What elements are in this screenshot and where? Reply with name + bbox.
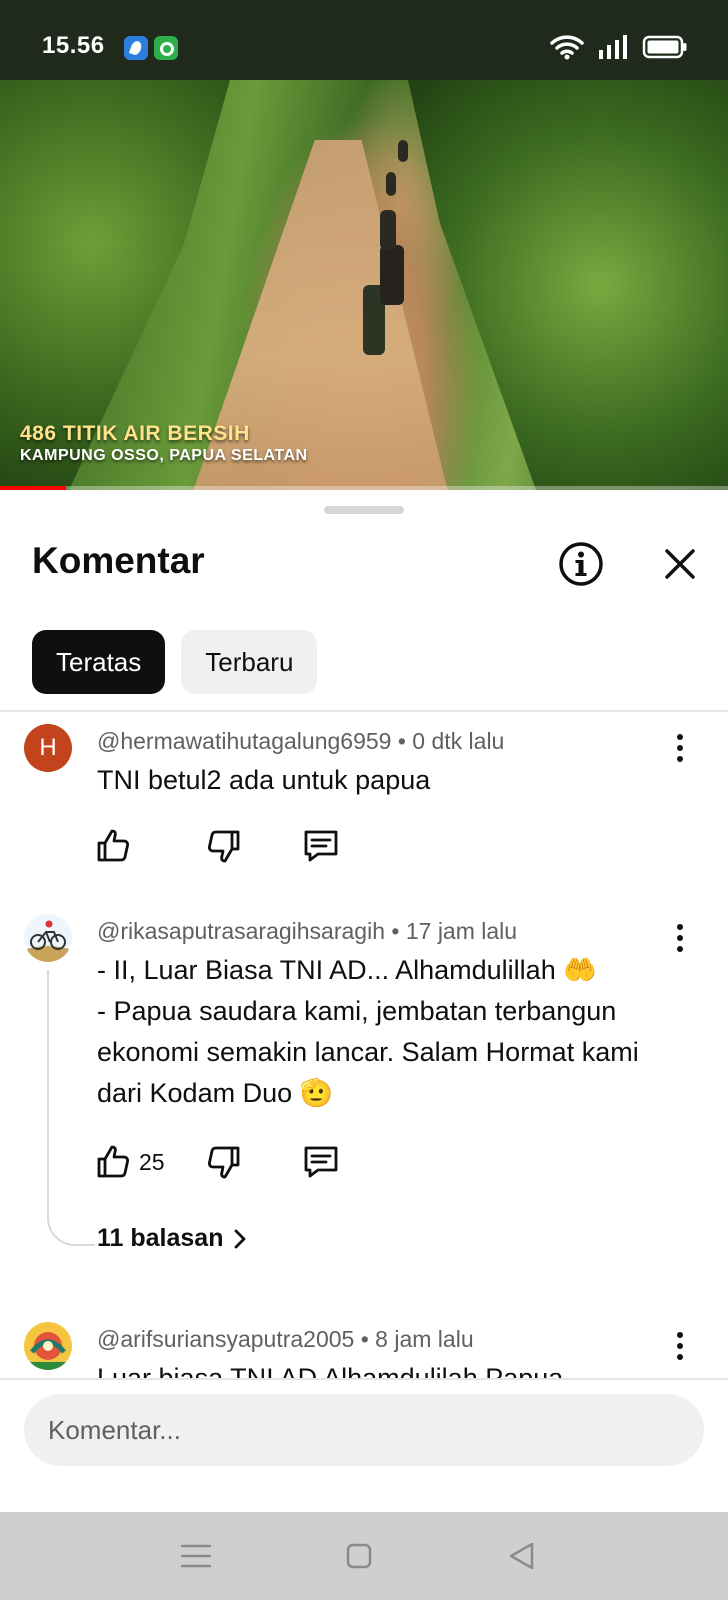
colorful-avatar-icon — [24, 1322, 72, 1370]
kebab-dot — [677, 924, 683, 930]
reply-comment-icon — [304, 830, 338, 862]
comment-line: - Papua saudara kami, jembatan terbangun — [97, 996, 617, 1026]
video-caption-subtitle: KAMPUNG OSSO, PAPUA SELATAN — [20, 447, 308, 464]
reply-comment-icon — [304, 1146, 338, 1178]
dislike-button[interactable] — [206, 1142, 242, 1182]
comment-text: - II, Luar Biasa TNI AD... Alhamdulillah… — [97, 950, 677, 1114]
signal-icon — [599, 35, 627, 59]
sort-tabs: Teratas Terbaru — [32, 630, 318, 694]
video-player[interactable]: 486 TITIK AIR BERSIH KAMPUNG OSSO, PAPUA… — [0, 80, 728, 490]
video-caption-title: 486 TITIK AIR BERSIH — [20, 422, 250, 445]
kebab-dot — [677, 946, 683, 952]
comment-menu-button[interactable] — [660, 918, 700, 958]
video-frame-person — [398, 140, 408, 162]
replies-label: 11 balasan — [97, 1224, 224, 1252]
close-icon — [665, 549, 695, 579]
comment-line: TNI betul2 ada untuk papua — [97, 765, 431, 795]
comment-menu-button[interactable] — [660, 728, 700, 768]
back-button[interactable] — [502, 1536, 542, 1576]
thumbs-down-icon — [208, 1146, 240, 1179]
video-caption: 486 TITIK AIR BERSIH KAMPUNG OSSO, PAPUA… — [20, 422, 308, 465]
comment-author[interactable]: @rikasaputrasaragihsaragih — [97, 918, 385, 944]
cyclist-avatar-icon — [24, 914, 72, 962]
thumbs-up-icon — [97, 1145, 129, 1178]
video-frame-person — [380, 245, 404, 305]
comment-line: - II, Luar Biasa TNI AD... Alhamdulillah… — [97, 955, 597, 985]
comment-input[interactable] — [24, 1394, 704, 1466]
avatar[interactable]: H — [24, 724, 72, 772]
video-frame-person — [386, 172, 396, 196]
comment-meta: @rikasaputrasaragihsaragih • 17 jam lalu — [97, 918, 517, 945]
kebab-dot — [677, 1354, 683, 1360]
status-indicators — [550, 34, 688, 60]
kebab-dot — [677, 756, 683, 762]
kebab-dot — [677, 935, 683, 941]
battery-icon — [642, 35, 687, 59]
comment-meta: @hermawatihutagalung6959 • 0 dtk lalu — [97, 728, 504, 755]
comment-line: dari Kodam Duo 🫡 — [97, 1078, 334, 1108]
divider — [0, 710, 728, 712]
reply-thread-line — [47, 970, 95, 1246]
comment-menu-button[interactable] — [660, 1326, 700, 1366]
info-icon — [559, 542, 603, 586]
dislike-button[interactable] — [206, 826, 242, 866]
meta-separator: • — [360, 1326, 376, 1352]
avatar[interactable] — [24, 914, 72, 962]
thumbs-down-icon — [208, 830, 240, 863]
comment-actions — [95, 826, 395, 866]
kebab-dot — [677, 734, 683, 740]
comment-text: Luar biasa TNI AD Alhamdulilah Papua — [97, 1358, 677, 1378]
system-nav-bar — [0, 1512, 728, 1600]
comment-composer — [0, 1378, 728, 1512]
comment-meta: @arifsuriansyaputra2005 • 8 jam lalu — [97, 1326, 474, 1353]
thumbs-up-icon — [97, 829, 129, 862]
recent-apps-button[interactable] — [176, 1536, 216, 1576]
menu-icon — [180, 1544, 212, 1568]
blue-app-icon — [124, 36, 148, 60]
home-button[interactable] — [339, 1536, 379, 1576]
video-frame-person — [380, 210, 396, 250]
kebab-dot — [677, 745, 683, 751]
comment-item: @arifsuriansyaputra2005 • 8 jam lalu Lua… — [0, 1310, 728, 1378]
avatar[interactable] — [24, 1322, 72, 1370]
back-icon — [509, 1542, 534, 1570]
green-app-icon — [154, 36, 178, 60]
comment-author[interactable]: @arifsuriansyaputra2005 — [97, 1326, 354, 1352]
comment-time: 8 jam lalu — [375, 1326, 474, 1352]
sheet-drag-handle[interactable] — [324, 506, 404, 514]
like-button[interactable] — [95, 826, 139, 866]
comment-actions: 25 — [95, 1142, 395, 1182]
home-icon — [346, 1543, 372, 1569]
like-button[interactable]: 25 — [95, 1142, 165, 1182]
comment-author[interactable]: @hermawatihutagalung6959 — [97, 728, 391, 754]
kebab-dot — [677, 1332, 683, 1338]
status-time: 15.56 — [42, 32, 105, 59]
video-frame-foliage — [408, 80, 728, 490]
comment-text: TNI betul2 ada untuk papua — [97, 760, 677, 801]
like-count: 25 — [139, 1148, 165, 1175]
close-button[interactable] — [658, 542, 702, 586]
tab-teratas[interactable]: Teratas — [32, 630, 166, 694]
comment-time: 0 dtk lalu — [412, 728, 505, 754]
status-bar: 15.56 — [0, 0, 728, 80]
tab-terbaru[interactable]: Terbaru — [181, 630, 318, 694]
view-replies-button[interactable]: 11 balasan — [97, 1224, 249, 1253]
wifi-icon — [550, 35, 584, 60]
meta-separator: • — [391, 918, 406, 944]
sheet-title: Komentar — [32, 540, 205, 581]
reply-button[interactable] — [302, 1142, 340, 1182]
reply-button[interactable] — [302, 826, 340, 866]
comments-sheet: Komentar Teratas Terbaru H @hermawatihut… — [0, 490, 728, 1512]
chevron-right-icon — [235, 1229, 246, 1248]
comment-line: ekonomi semakin lancar. Salam Hormat kam… — [97, 1037, 639, 1067]
comment-line: Luar biasa TNI AD Alhamdulilah Papua — [97, 1363, 564, 1378]
info-button[interactable] — [557, 540, 605, 588]
kebab-dot — [677, 1343, 683, 1349]
comment-time: 17 jam lalu — [405, 918, 518, 944]
meta-separator: • — [397, 728, 413, 754]
